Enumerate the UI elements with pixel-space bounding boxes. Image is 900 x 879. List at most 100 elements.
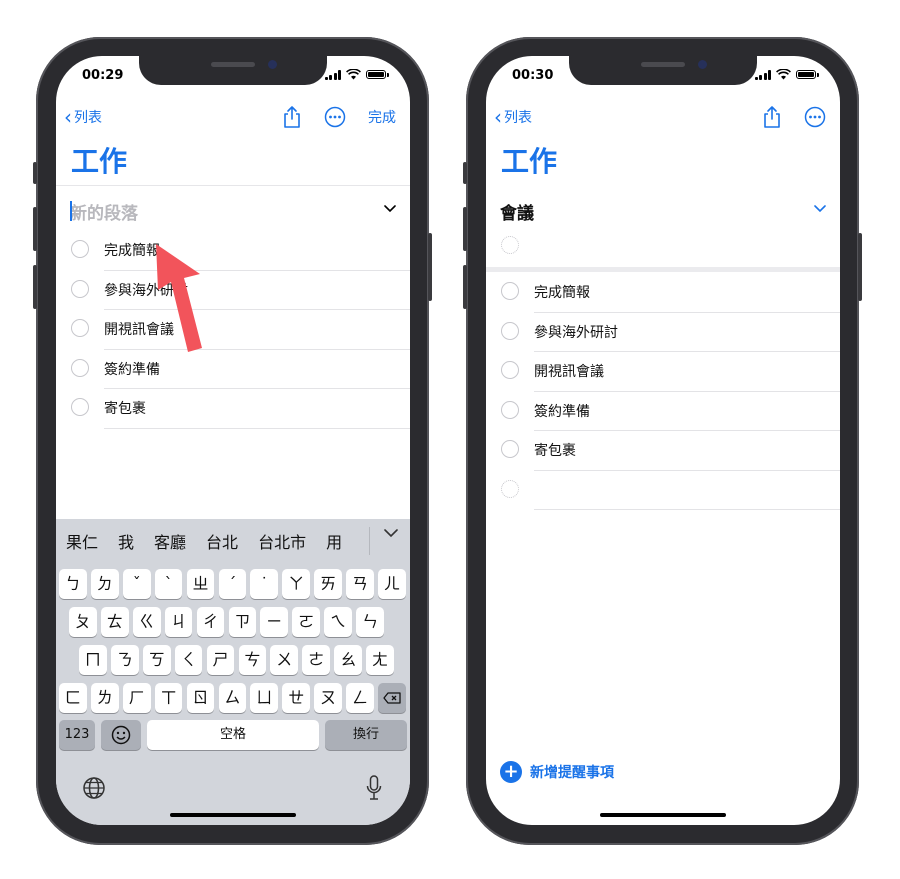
zhuyin-key[interactable]: ㄡ xyxy=(314,683,342,713)
zhuyin-key[interactable]: ㄒ xyxy=(154,683,183,713)
list-item[interactable]: 寄包裹 xyxy=(56,389,410,429)
list-item[interactable]: 簽約準備 xyxy=(486,392,840,431)
zhuyin-key[interactable]: ㄧ xyxy=(260,607,289,637)
empty-circle-icon[interactable] xyxy=(501,479,519,498)
list-item[interactable]: 開視訊會議 xyxy=(486,352,840,392)
zhuyin-key[interactable]: ㄏ xyxy=(122,683,151,713)
zhuyin-key[interactable]: ˙ xyxy=(250,569,279,599)
section-name-input[interactable]: 新的段落 xyxy=(70,199,138,224)
zhuyin-key[interactable]: ㄩ xyxy=(250,683,279,713)
zhuyin-key[interactable]: ㄍ xyxy=(132,607,161,637)
candidate[interactable]: 台北 xyxy=(196,529,248,553)
candidate[interactable]: 果仁 xyxy=(56,529,108,553)
list-item[interactable]: 完成簡報 xyxy=(486,273,840,313)
zhuyin-key[interactable]: ㄋ xyxy=(110,645,139,675)
zhuyin-key[interactable]: ㄌ xyxy=(90,683,119,713)
space-key[interactable]: 空格 xyxy=(147,720,319,750)
zhuyin-key[interactable]: ㄙ xyxy=(218,683,247,713)
zhuyin-key[interactable]: ㄞ xyxy=(314,569,342,599)
zhuyin-key[interactable]: ㄤ xyxy=(366,645,394,675)
return-key[interactable]: 換行 xyxy=(325,720,407,750)
share-icon[interactable] xyxy=(282,105,302,129)
checkbox-circle-icon[interactable] xyxy=(71,279,89,298)
zhuyin-key[interactable]: ㄣ xyxy=(356,607,384,637)
zhuyin-key[interactable]: ㄝ xyxy=(282,683,311,713)
list-item[interactable]: 參與海外研討 xyxy=(486,313,840,352)
zhuyin-key[interactable]: ㄑ xyxy=(174,645,203,675)
zhuyin-key[interactable]: ˊ xyxy=(218,569,247,599)
zhuyin-key[interactable]: ㄕ xyxy=(206,645,235,675)
more-icon[interactable] xyxy=(804,106,826,128)
zhuyin-key[interactable]: ㄜ xyxy=(302,645,331,675)
add-reminder-button[interactable]: + 新增提醒事項 xyxy=(500,761,614,783)
back-button[interactable]: ‹ 列表 xyxy=(64,107,102,127)
chevron-down-icon[interactable] xyxy=(384,529,398,538)
zhuyin-key[interactable]: ㄅ xyxy=(59,569,87,599)
zhuyin-key[interactable]: ㄛ xyxy=(292,607,321,637)
zhuyin-key[interactable]: ㄉ xyxy=(90,569,119,599)
checkbox-circle-icon[interactable] xyxy=(71,319,89,337)
checkbox-circle-icon[interactable] xyxy=(501,282,519,300)
zhuyin-key[interactable]: ㄟ xyxy=(324,607,352,637)
zhuyin-key[interactable]: ㄓ xyxy=(186,569,215,599)
checkbox-circle-icon[interactable] xyxy=(71,358,89,377)
checkbox-circle-icon[interactable] xyxy=(71,240,89,258)
text-cursor xyxy=(70,201,72,221)
checkbox-circle-icon[interactable] xyxy=(501,440,519,458)
chevron-left-icon: ‹ xyxy=(494,105,502,129)
chevron-down-icon[interactable] xyxy=(384,205,396,213)
zhuyin-key[interactable]: ㄆ xyxy=(69,607,97,637)
share-icon[interactable] xyxy=(762,105,782,129)
zhuyin-key[interactable]: ㄠ xyxy=(334,645,362,675)
new-item-row[interactable] xyxy=(486,227,840,267)
checkbox-circle-icon[interactable] xyxy=(501,361,519,379)
list-item[interactable]: 寄包裹 xyxy=(486,431,840,471)
zhuyin-key[interactable]: ㄔ xyxy=(196,607,225,637)
zhuyin-key[interactable]: ˇ xyxy=(122,569,151,599)
zhuyin-key[interactable]: ㄨ xyxy=(270,645,299,675)
zhuyin-key[interactable]: ˋ xyxy=(154,569,183,599)
candidate[interactable]: 客廳 xyxy=(144,529,196,553)
checkbox-circle-icon[interactable] xyxy=(71,398,89,416)
zhuyin-key[interactable]: ㄐ xyxy=(164,607,193,637)
checkbox-circle-icon[interactable] xyxy=(501,400,519,419)
microphone-icon[interactable] xyxy=(366,775,382,801)
zhuyin-key[interactable]: ㄦ xyxy=(378,569,406,599)
status-icons xyxy=(754,69,819,80)
nav-actions xyxy=(762,105,826,129)
delete-key[interactable] xyxy=(378,683,406,713)
zhuyin-key[interactable]: ㄖ xyxy=(186,683,215,713)
candidate[interactable]: 用 xyxy=(316,529,352,553)
list-title: 工作 xyxy=(501,145,558,178)
zhuyin-key[interactable]: ㄗ xyxy=(228,607,257,637)
zhuyin-keyboard: 果仁 我 客廳 台北 台北市 用 ㄅㄉ ˇ ˋ ㄓ ˊ ˙ ㄚㄞㄢㄦㄆㄊㄍㄐㄔㄗㄧㄛㄟㄣㄇㄋ… xyxy=(56,519,410,825)
zhuyin-key[interactable]: ㄘ xyxy=(238,645,267,675)
emoji-key[interactable] xyxy=(101,720,141,750)
chevron-down-icon[interactable] xyxy=(814,205,826,213)
battery-icon xyxy=(796,70,819,79)
back-button[interactable]: ‹ 列表 xyxy=(494,107,532,127)
zhuyin-key[interactable]: ㄢ xyxy=(346,569,374,599)
candidate[interactable]: 台北市 xyxy=(248,529,316,553)
list-item[interactable]: 開視訊會議 xyxy=(56,310,410,350)
list-item[interactable]: 完成簡報 xyxy=(56,231,410,271)
globe-icon[interactable] xyxy=(82,776,106,800)
checkbox-circle-icon[interactable] xyxy=(501,321,519,340)
done-button[interactable]: 完成 xyxy=(368,107,396,127)
more-icon[interactable] xyxy=(324,106,346,128)
list-item[interactable]: 簽約準備 xyxy=(56,350,410,389)
zhuyin-key[interactable]: ㄚ xyxy=(282,569,311,599)
candidate[interactable]: 我 xyxy=(108,529,144,553)
new-item-row[interactable] xyxy=(486,471,840,510)
numbers-key[interactable]: 123 xyxy=(59,720,95,750)
list-item[interactable]: 參與海外研討 xyxy=(56,271,410,310)
zhuyin-key[interactable]: ㄇ xyxy=(79,645,107,675)
empty-circle-icon[interactable] xyxy=(501,236,519,254)
zhuyin-key[interactable]: ㄊ xyxy=(100,607,129,637)
zhuyin-key[interactable]: ㄎ xyxy=(142,645,171,675)
zhuyin-key[interactable]: ㄈ xyxy=(59,683,87,713)
section-header-meeting[interactable]: 會議 xyxy=(486,189,840,229)
new-section-header[interactable]: 新的段落 xyxy=(56,189,410,229)
section-separator xyxy=(486,267,840,272)
zhuyin-key[interactable]: ㄥ xyxy=(346,683,374,713)
